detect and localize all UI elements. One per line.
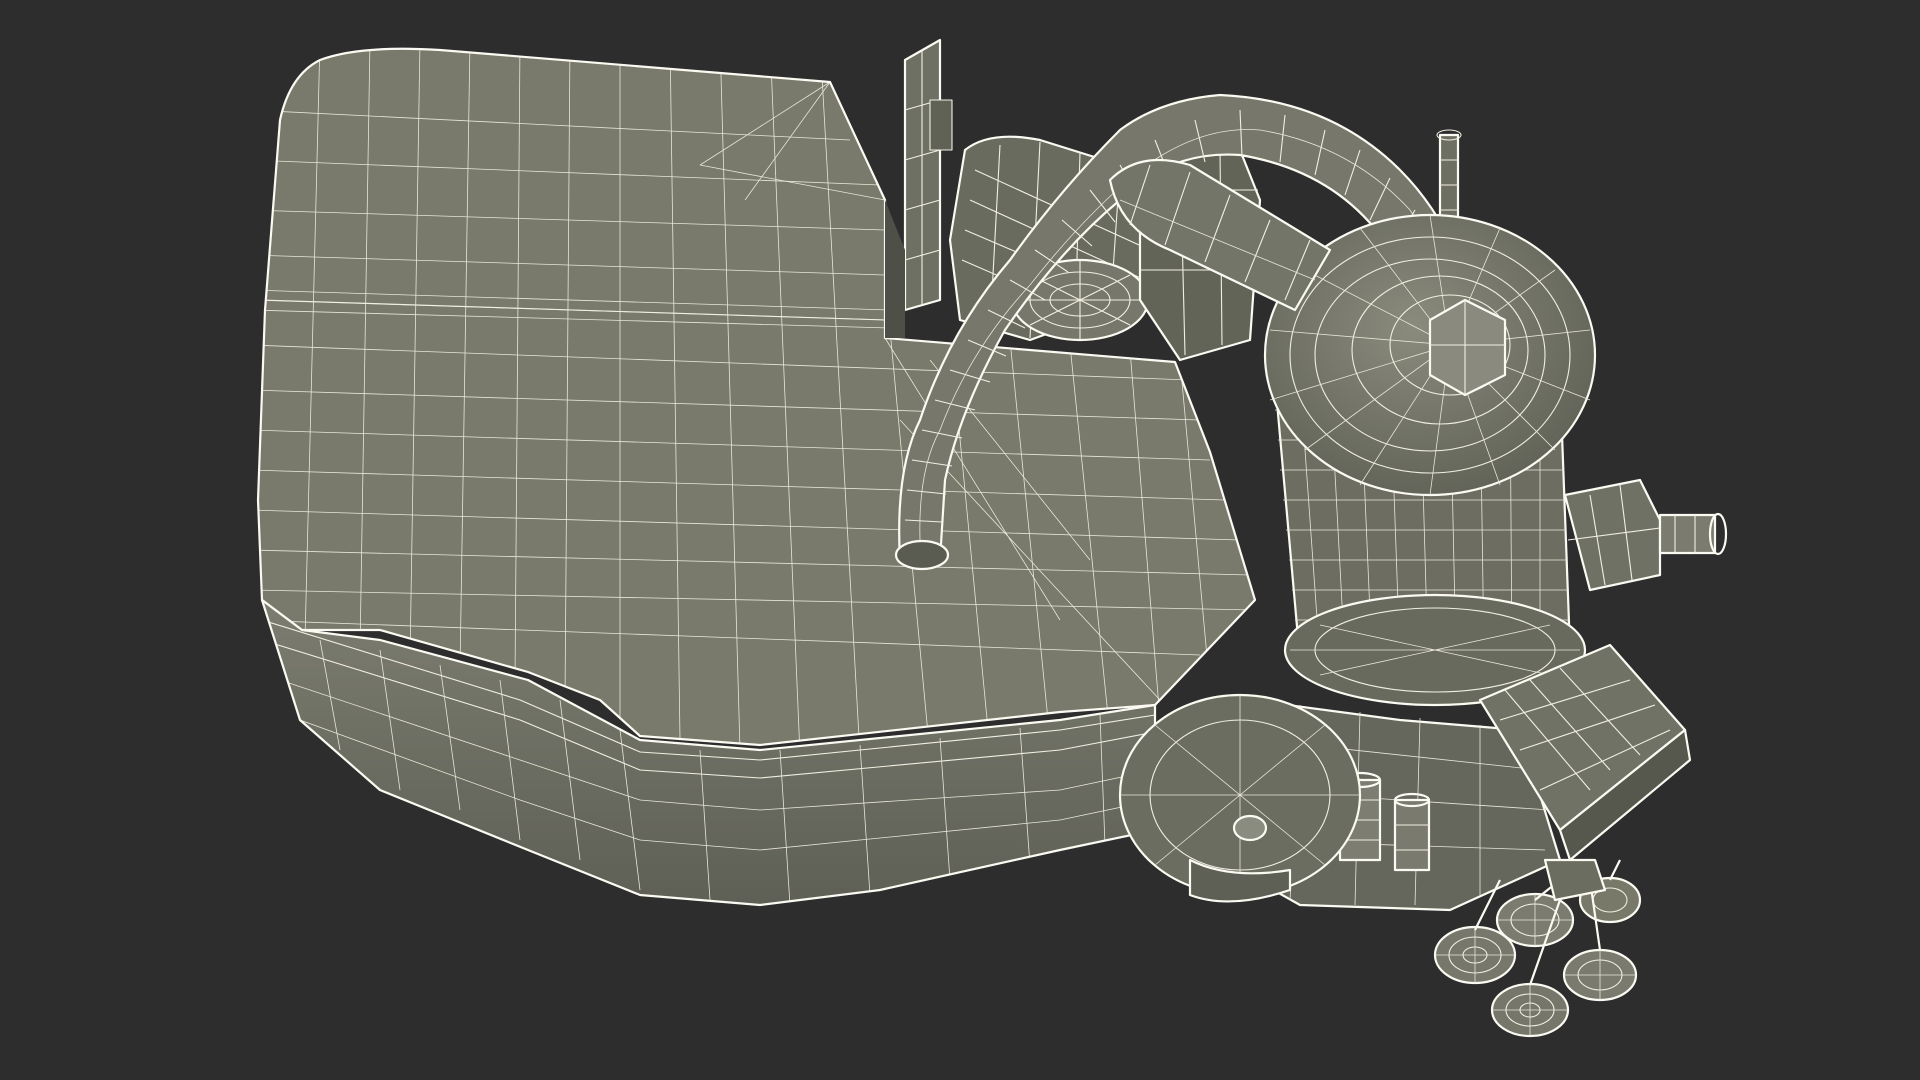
wheel-center	[1495, 892, 1575, 948]
wheel-right	[1562, 948, 1638, 1002]
render-viewport	[0, 0, 1920, 1080]
right-bracket-knob	[1563, 478, 1728, 592]
wheel-bottom	[1490, 982, 1570, 1038]
wireframe-render	[256, 38, 1728, 1038]
back-bracket	[903, 38, 953, 312]
small-cylinder-2	[1393, 792, 1431, 872]
